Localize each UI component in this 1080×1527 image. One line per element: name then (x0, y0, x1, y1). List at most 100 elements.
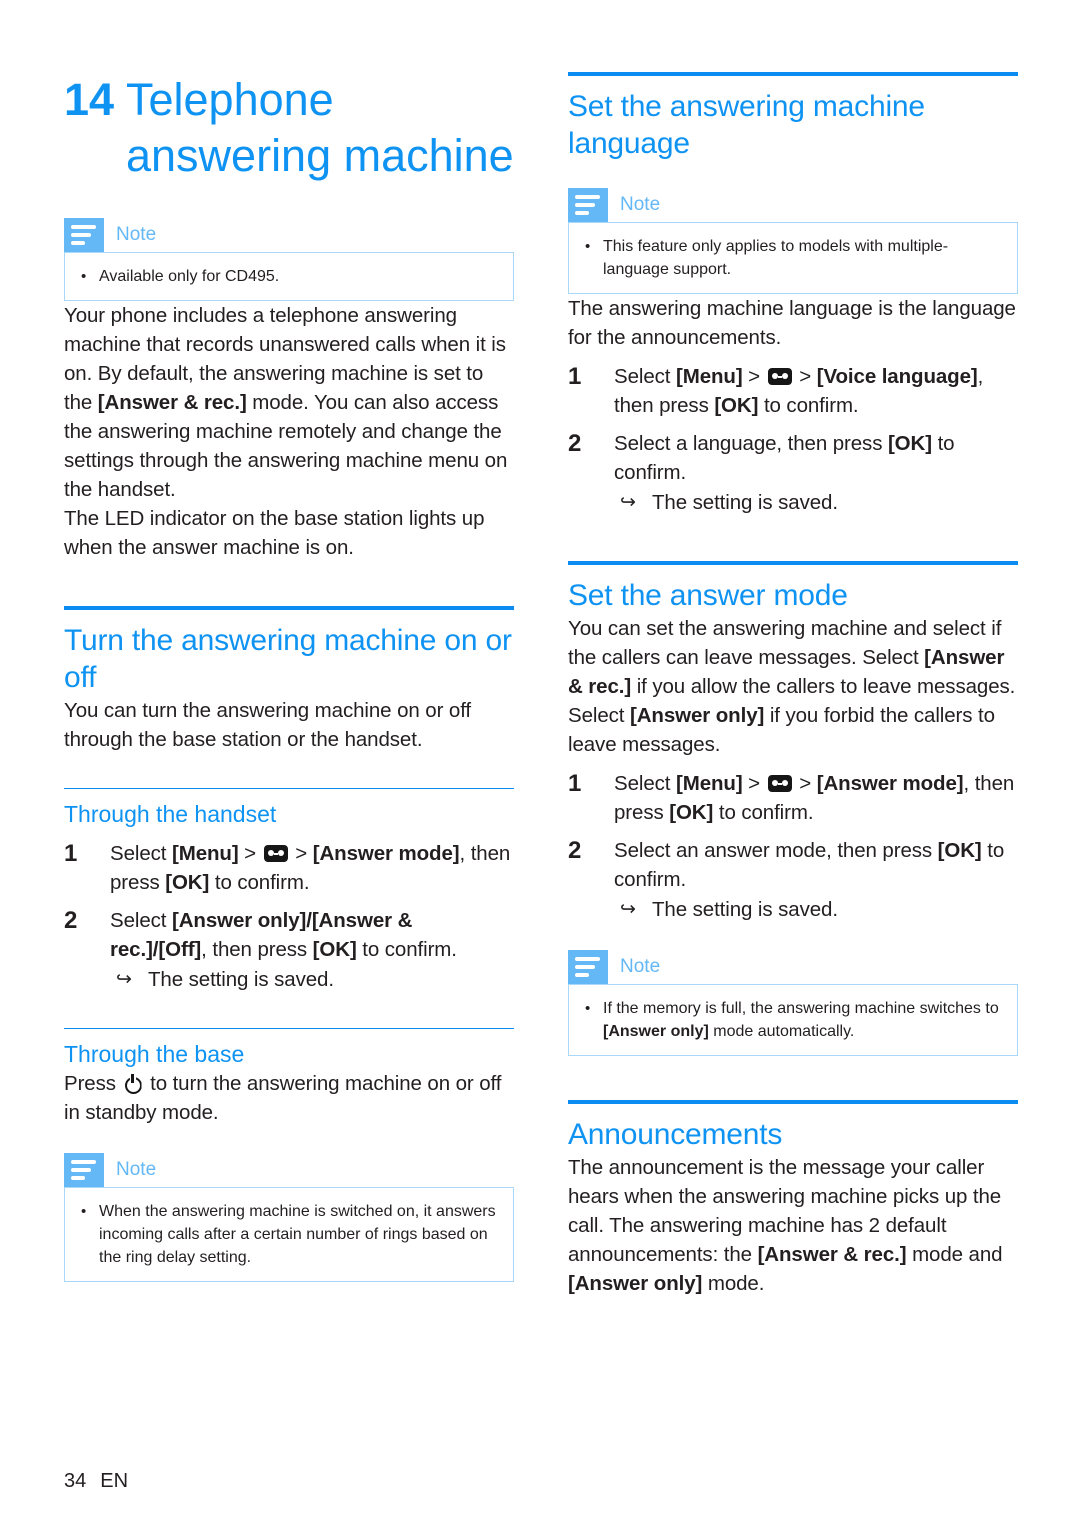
steps-list: 1 Select [Menu] > > [Voice language], the… (568, 362, 1018, 517)
numbered-step: 1 Select [Menu] > > [Answer mode], then p… (64, 839, 514, 897)
emphasis-text: [Answer & rec.] (757, 1243, 907, 1266)
cassette-tape-icon (767, 368, 792, 385)
note-memory-full: Note • If the memory is full, the answer… (568, 950, 1018, 1056)
steps-list: 1 Select [Menu] > > [Answer mode], then p… (568, 769, 1018, 924)
note-list-item: • This feature only applies to models wi… (581, 235, 1003, 281)
numbered-step: 1 Select [Menu] > > [Answer mode], then p… (568, 769, 1018, 827)
note-header: Note (64, 218, 514, 252)
note-label: Note (116, 224, 157, 245)
section-rule (568, 561, 1018, 565)
emphasis-text: [OK] (165, 871, 210, 894)
section-rule (568, 72, 1018, 76)
note-body: • If the memory is full, the answering m… (568, 984, 1018, 1056)
emphasis-text: [Answer only] (629, 704, 765, 727)
result-text: The setting is saved. (652, 491, 838, 514)
step-number: 2 (568, 430, 582, 457)
subsection-through-base: Through the base Press to turn the answe… (64, 1028, 514, 1282)
announcements-paragraph: The announcement is the message your cal… (568, 1153, 1018, 1298)
plain-text: > (289, 842, 313, 865)
page-number: 34 (64, 1470, 87, 1492)
note-text: When the answering machine is switched o… (99, 1203, 496, 1266)
note-text: This feature only applies to models with… (603, 238, 949, 278)
section-rule (568, 1100, 1018, 1104)
plain-text: Select (614, 772, 676, 795)
emphasis-text: [OK] (887, 432, 932, 455)
bullet-icon: • (81, 268, 87, 285)
bullet-icon: • (81, 1203, 87, 1220)
plain-text: Select (614, 365, 676, 388)
plain-text: > (742, 772, 766, 795)
step-number: 1 (64, 840, 78, 867)
note-header: Note (64, 1153, 514, 1187)
note-label: Note (116, 1159, 157, 1180)
note-multi-language: Note • This feature only applies to mode… (568, 188, 1018, 294)
result-arrow-icon: ↪ (116, 969, 132, 990)
plain-text: > (238, 842, 262, 865)
chapter-heading: Telephone answering machine (126, 74, 514, 181)
section-rule (64, 606, 514, 610)
plain-text: > (793, 772, 817, 795)
result-text: The setting is saved. (652, 898, 838, 921)
emphasis-text: [Answer only] (603, 1023, 709, 1040)
section-heading: Set the answering machine language (568, 90, 925, 160)
plain-text: Select an answer mode, then press (614, 839, 938, 862)
emphasis-text: [Answer mode] (312, 842, 460, 865)
note-icon (568, 188, 608, 222)
language-paragraph: The answering machine language is the la… (568, 297, 1016, 349)
result-text: The setting is saved. (148, 968, 334, 991)
emphasis-text: [OK] (312, 938, 357, 961)
plain-text: to confirm. (356, 938, 457, 961)
section-announcements: Announcements The announcement is the me… (568, 1100, 1018, 1298)
emphasis-text: [OK] (714, 394, 759, 417)
numbered-step: 2 Select a language, then press [OK] to c… (568, 429, 1018, 517)
note-icon (568, 950, 608, 984)
plain-text: Select (110, 909, 172, 932)
step-number: 1 (568, 363, 582, 390)
section-heading: Turn the answering machine on or off (64, 624, 512, 694)
step-text: Select [Menu] > > [Voice language], then… (614, 362, 1018, 420)
note-text: Available only for CD495. (99, 268, 280, 285)
plain-text: If the memory is full, the answering mac… (603, 1000, 999, 1017)
note-body: • When the answering machine is switched… (64, 1187, 514, 1282)
note-list-item: • If the memory is full, the answering m… (581, 997, 1003, 1043)
plain-text: to confirm. (758, 394, 859, 417)
base-paragraph: Press to turn the answering machine on o… (64, 1069, 514, 1127)
plain-text: mode automatically. (708, 1023, 855, 1040)
note-body: • Available only for CD495. (64, 252, 514, 301)
section-heading: Announcements (568, 1118, 783, 1151)
step-number: 2 (568, 837, 582, 864)
step-result: ↪ The setting is saved. (110, 965, 514, 994)
answer-mode-paragraph: You can set the answering machine and se… (568, 614, 1018, 759)
cassette-tape-icon (767, 775, 792, 792)
plain-text: mode and (906, 1243, 1003, 1266)
plain-text: > (793, 365, 817, 388)
numbered-step: 2 Select an answer mode, then press [OK] … (568, 836, 1018, 924)
power-icon (124, 1074, 143, 1093)
plain-text: mode. (702, 1272, 765, 1295)
language-code: EN (100, 1470, 129, 1492)
intro-mode-answer-rec: [Answer & rec.] (97, 391, 247, 414)
base-text-a: Press (64, 1072, 122, 1095)
numbered-step: 1 Select [Menu] > > [Voice language], the… (568, 362, 1018, 420)
section-set-language: Set the answering machine language Note … (568, 72, 1018, 517)
note-icon (64, 218, 104, 252)
bullet-icon: • (585, 238, 591, 255)
chapter-number: 14 (64, 74, 115, 125)
emphasis-text: [Menu] (675, 365, 743, 388)
step-text: Select [Menu] > > [Answer mode], then pr… (614, 769, 1018, 827)
note-availability: Note • Available only for CD495. (64, 218, 514, 301)
step-text: Select an answer mode, then press [OK] t… (614, 836, 1018, 924)
section-turn-on-off: Turn the answering machine on or off You… (64, 606, 514, 1282)
step-result: ↪ The setting is saved. (614, 895, 1018, 924)
result-arrow-icon: ↪ (620, 492, 636, 513)
emphasis-text: [Menu] (675, 772, 743, 795)
plain-text: , then press (201, 938, 313, 961)
plain-text: > (742, 365, 766, 388)
steps-list: 1 Select [Menu] > > [Answer mode] , then p… (64, 839, 514, 994)
bullet-icon: • (585, 1000, 591, 1017)
note-list-item: • Available only for CD495. (77, 265, 499, 288)
emphasis-text: [Menu] (171, 842, 239, 865)
subsection-through-handset: Through the handset 1 Select [Menu] > > [… (64, 788, 514, 994)
intro-paragraph-1: Your phone includes a telephone answerin… (64, 301, 514, 504)
note-label: Note (620, 194, 661, 215)
